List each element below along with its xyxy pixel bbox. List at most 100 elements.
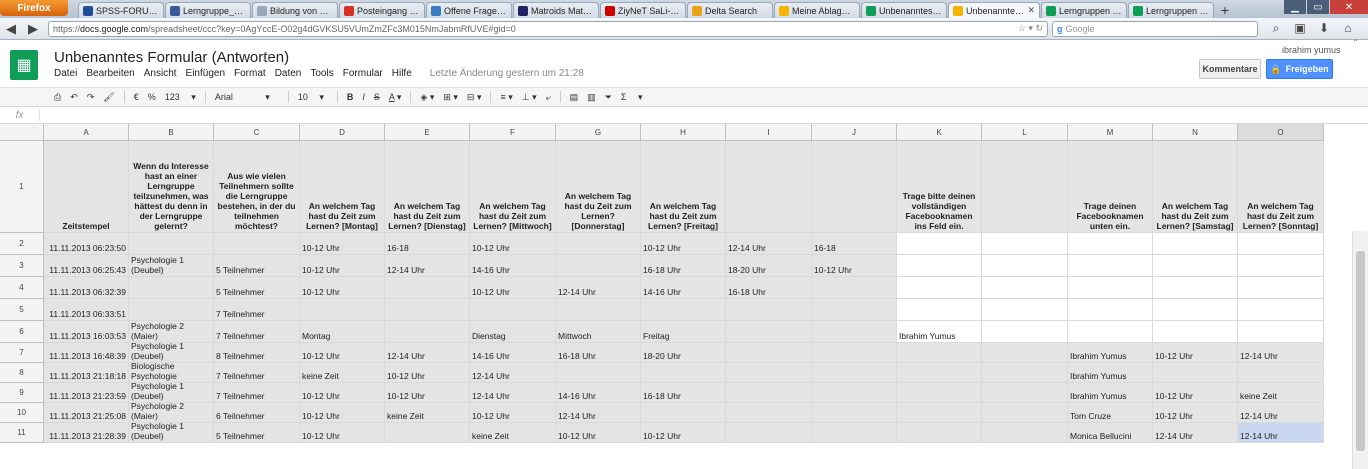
row-header[interactable]: 11: [0, 423, 44, 443]
header-cell[interactable]: An welchem Tag hast du Zeit zum Lernen? …: [470, 141, 556, 233]
table-cell[interactable]: 11.11.2013 16:03:53: [44, 321, 129, 343]
percent-button[interactable]: %: [148, 92, 156, 102]
table-cell[interactable]: 7 Teilnehmer: [214, 363, 300, 383]
column-header[interactable]: A: [44, 124, 129, 141]
table-cell[interactable]: [1238, 255, 1324, 277]
table-cell[interactable]: Ibrahim Yumus: [1068, 383, 1153, 403]
table-cell[interactable]: 11.11.2013 06:32:39: [44, 277, 129, 299]
table-cell[interactable]: Montag: [300, 321, 385, 343]
scrollbar-thumb[interactable]: [1356, 251, 1365, 451]
table-cell[interactable]: [1153, 321, 1238, 343]
row-header[interactable]: 6: [0, 321, 44, 343]
table-cell[interactable]: [982, 277, 1068, 299]
number-format-dropdown[interactable]: 123 ▾: [165, 92, 196, 103]
table-cell[interactable]: [1238, 277, 1324, 299]
table-cell[interactable]: Psychologie 2 (Maier): [129, 403, 214, 423]
column-header[interactable]: J: [812, 124, 897, 141]
table-cell[interactable]: [129, 233, 214, 255]
table-cell[interactable]: [385, 423, 470, 443]
table-cell[interactable]: 16-18 Uhr: [556, 343, 641, 363]
table-cell[interactable]: Psychologie 1 (Deubel): [129, 255, 214, 277]
sheets-logo-icon[interactable]: ▦: [10, 50, 38, 80]
table-cell[interactable]: 11.11.2013 21:18:18: [44, 363, 129, 383]
table-cell[interactable]: [812, 363, 897, 383]
table-cell[interactable]: 10-12 Uhr: [812, 255, 897, 277]
table-cell[interactable]: Psychologie 1 (Deubel): [129, 423, 214, 443]
header-cell[interactable]: Aus wie vielen Teilnehmern sollte die Le…: [214, 141, 300, 233]
row-header[interactable]: 7: [0, 343, 44, 363]
browser-tab[interactable]: Lerngruppen Um...: [1041, 2, 1127, 18]
table-cell[interactable]: [385, 277, 470, 299]
browser-tab[interactable]: ZiyNeT SaLi- D...: [600, 2, 686, 18]
strikethrough-button[interactable]: S: [374, 92, 380, 102]
search-icon[interactable]: ⌕: [1264, 21, 1288, 36]
table-cell[interactable]: Psychologie 1 (Deubel): [129, 343, 214, 363]
header-cell[interactable]: Trage deinen Facebooknamen unten ein.: [1068, 141, 1153, 233]
header-cell[interactable]: An welchem Tag hast du Zeit zum Lernen? …: [300, 141, 385, 233]
table-cell[interactable]: 14-16 Uhr: [470, 255, 556, 277]
table-cell[interactable]: [1068, 255, 1153, 277]
table-cell[interactable]: [982, 383, 1068, 403]
table-cell[interactable]: 10-12 Uhr: [1153, 403, 1238, 423]
table-cell[interactable]: 14-16 Uhr: [470, 343, 556, 363]
table-cell[interactable]: 18-20 Uhr: [726, 255, 812, 277]
table-cell[interactable]: [1238, 299, 1324, 321]
column-header[interactable]: B: [129, 124, 214, 141]
table-cell[interactable]: [982, 403, 1068, 423]
table-cell[interactable]: [726, 403, 812, 423]
share-button[interactable]: 🔒 Freigeben: [1266, 59, 1333, 79]
table-cell[interactable]: 11.11.2013 21:23:59: [44, 383, 129, 403]
column-header[interactable]: D: [300, 124, 385, 141]
table-cell[interactable]: 10-12 Uhr: [300, 233, 385, 255]
table-cell[interactable]: [897, 403, 982, 423]
header-cell[interactable]: An welchem Tag hast du Zeit zum Lernen? …: [1153, 141, 1238, 233]
row-header[interactable]: 8: [0, 363, 44, 383]
row-header[interactable]: 9: [0, 383, 44, 403]
table-cell[interactable]: [1153, 233, 1238, 255]
table-cell[interactable]: 10-12 Uhr: [470, 277, 556, 299]
table-cell[interactable]: [556, 299, 641, 321]
header-cell[interactable]: An welchem Tag hast du Zeit zum Lernen? …: [1238, 141, 1324, 233]
table-cell[interactable]: Dienstag: [470, 321, 556, 343]
table-cell[interactable]: [982, 299, 1068, 321]
table-cell[interactable]: [1238, 321, 1324, 343]
document-title[interactable]: Unbenanntes Formular (Antworten): [54, 49, 289, 66]
table-cell[interactable]: [1238, 363, 1324, 383]
filter-icon[interactable]: ⏷: [605, 92, 612, 103]
table-cell[interactable]: Biologische Psychologie: [129, 363, 214, 383]
comment-icon[interactable]: ▤: [570, 92, 579, 103]
currency-button[interactable]: €: [134, 92, 139, 102]
menu-item[interactable]: Bearbeiten: [86, 68, 134, 79]
table-cell[interactable]: [726, 363, 812, 383]
print-icon[interactable]: ⎙: [54, 92, 61, 103]
table-cell[interactable]: [470, 299, 556, 321]
table-cell[interactable]: 10-12 Uhr: [300, 403, 385, 423]
row-header[interactable]: 10: [0, 403, 44, 423]
header-cell[interactable]: An welchem Tag hast du Zeit zum Lernen? …: [385, 141, 470, 233]
table-cell[interactable]: 10-12 Uhr: [300, 277, 385, 299]
table-cell[interactable]: [897, 383, 982, 403]
header-cell[interactable]: [982, 141, 1068, 233]
table-cell[interactable]: [556, 233, 641, 255]
row-header[interactable]: 1: [0, 141, 44, 233]
table-cell[interactable]: [556, 363, 641, 383]
table-cell[interactable]: [300, 299, 385, 321]
browser-tab[interactable]: Matroids Mathep...: [513, 2, 599, 18]
download-icon[interactable]: ⬇: [1312, 21, 1336, 36]
table-cell[interactable]: [897, 363, 982, 383]
header-cell[interactable]: Wenn du Interesse hast an einer Lerngrup…: [129, 141, 214, 233]
bold-button[interactable]: B: [347, 92, 354, 102]
table-cell[interactable]: 12-14 Uhr: [1238, 423, 1324, 443]
browser-tab[interactable]: Lerngruppen Um...: [1128, 2, 1214, 18]
menu-item[interactable]: Datei: [54, 68, 77, 79]
url-bar[interactable]: https://docs.google.com/spreadsheet/ccc?…: [48, 20, 1048, 37]
table-cell[interactable]: 6 Teilnehmer: [214, 403, 300, 423]
table-cell[interactable]: [897, 423, 982, 443]
column-header[interactable]: N: [1153, 124, 1238, 141]
borders-icon[interactable]: ⊞ ▾: [443, 92, 458, 103]
column-header[interactable]: M: [1068, 124, 1153, 141]
table-cell[interactable]: 8 Teilnehmer: [214, 343, 300, 363]
table-cell[interactable]: 12-14 Uhr: [1238, 403, 1324, 423]
table-cell[interactable]: [812, 299, 897, 321]
menu-item[interactable]: Daten: [275, 68, 302, 79]
